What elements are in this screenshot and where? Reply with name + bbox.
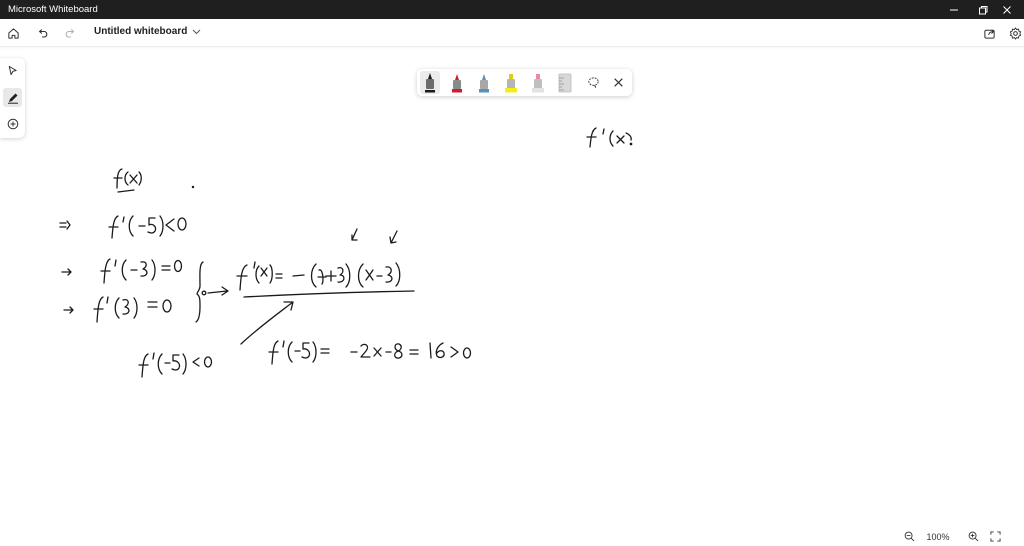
ink-stroke-line-4: [138, 352, 213, 378]
zoom-level[interactable]: 100%: [920, 532, 956, 542]
redo-button[interactable]: [60, 23, 80, 43]
ink-stroke-fx: [113, 168, 195, 193]
pen-icon: [7, 93, 18, 104]
yellow-highlighter[interactable]: [501, 71, 521, 94]
fit-to-screen-button[interactable]: [984, 527, 1006, 546]
settings-button[interactable]: [1005, 23, 1024, 43]
zoom-in-button[interactable]: [962, 527, 984, 546]
lasso-button[interactable]: [584, 73, 602, 91]
undo-button[interactable]: [33, 23, 53, 43]
zoom-in-icon: [968, 531, 978, 542]
restore-icon: [979, 5, 988, 14]
share-icon: [983, 28, 995, 39]
zoom-out-icon: [904, 531, 914, 542]
title-bar: Microsoft Whiteboard: [0, 0, 1024, 19]
pen-icon: [425, 73, 435, 93]
black-pen[interactable]: [420, 71, 440, 94]
pen-icon: [479, 74, 489, 93]
ruler[interactable]: [555, 71, 575, 94]
highlighter-icon: [505, 74, 517, 93]
chevron-down-icon: [192, 29, 201, 34]
close-tray-button[interactable]: [609, 73, 627, 91]
select-tool-button[interactable]: [3, 61, 22, 80]
close-icon: [1003, 5, 1011, 14]
close-window-button[interactable]: [990, 0, 1024, 19]
board-name: Untitled whiteboard: [94, 26, 188, 37]
home-icon: [7, 27, 19, 39]
redo-icon: [65, 29, 75, 38]
board-name-menu[interactable]: Untitled whiteboard: [94, 26, 201, 37]
ink-stroke-line-5: [268, 340, 472, 365]
ink-stroke-line-2: [61, 258, 183, 284]
fit-screen-icon: [989, 531, 1001, 542]
pen-tool-button[interactable]: [3, 88, 22, 107]
ruler-icon: [558, 73, 572, 93]
undo-icon: [38, 29, 48, 38]
zoom-controls: 100%: [898, 527, 1024, 546]
red-pen[interactable]: [447, 71, 467, 94]
settings-icon: [1009, 26, 1021, 40]
ink-stroke-line-1: [59, 215, 187, 239]
ink-stroke-brace: [195, 261, 229, 323]
pen-icon: [452, 74, 462, 93]
ink-stroke-line-3: [63, 296, 172, 323]
ink-stroke-derivative: [236, 228, 415, 345]
highlighter-icon: [532, 74, 544, 93]
app-toolbar: Untitled whiteboard: [0, 19, 1024, 47]
pink-highlighter[interactable]: [528, 71, 548, 94]
add-icon: [7, 118, 18, 129]
close-icon: [613, 77, 623, 87]
zoom-out-button[interactable]: [898, 527, 920, 546]
lasso-icon: [587, 76, 599, 88]
add-content-button[interactable]: [3, 114, 22, 133]
minimize-icon: [950, 9, 958, 10]
tool-rail: [0, 58, 25, 138]
window-title: Microsoft Whiteboard: [8, 4, 98, 15]
select-icon: [8, 65, 17, 76]
blue-pen[interactable]: [474, 71, 494, 94]
home-button[interactable]: [3, 23, 23, 43]
share-button[interactable]: [979, 23, 999, 43]
pen-tray: [417, 69, 632, 96]
ink-stroke-top-right: [586, 127, 633, 148]
